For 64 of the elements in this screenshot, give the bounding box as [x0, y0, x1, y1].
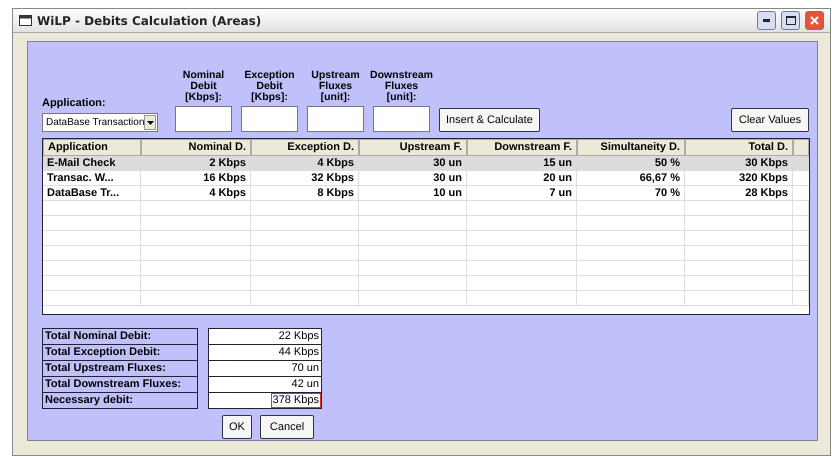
table-cell: 30 un	[359, 171, 467, 185]
table-cell: 7 un	[467, 186, 577, 200]
table-cell: E-Mail Check	[43, 156, 141, 170]
table-cell: 320 Kbps	[685, 171, 793, 185]
minimize-button[interactable]	[757, 11, 776, 30]
clear-values-button[interactable]: Clear Values	[731, 108, 809, 132]
table-cell: 50 %	[577, 156, 685, 170]
minimize-icon	[763, 19, 770, 22]
total-value: 22 Kbps	[278, 329, 320, 344]
total-label: Necessary debit:	[42, 392, 198, 409]
column-header[interactable]: Total D.	[685, 139, 793, 156]
table-cell: 28 Kbps	[685, 186, 793, 200]
window-title: WiLP - Debits Calculation (Areas)	[37, 14, 262, 28]
table-cell: 8 Kbps	[251, 186, 359, 200]
table-cell: 15 un	[467, 156, 577, 170]
column-header[interactable]: Application	[43, 139, 141, 156]
total-label: Total Exception Debit:	[42, 344, 198, 361]
cancel-button[interactable]: Cancel	[260, 415, 314, 439]
column-header[interactable]: Downstream F.	[467, 139, 577, 156]
insert-calculate-button[interactable]: Insert & Calculate	[439, 108, 540, 132]
maximize-button[interactable]	[781, 11, 800, 30]
field-label: Nominal Debit [Kbps]:	[182, 70, 226, 103]
maximize-icon	[786, 16, 796, 25]
total-value: 42 un	[290, 377, 320, 392]
input-field[interactable]	[175, 106, 232, 132]
application-label: Application:	[42, 97, 107, 109]
table-cell: 66,67 %	[577, 171, 685, 185]
table-cell: 4 Kbps	[251, 156, 359, 170]
total-value: 70 un	[290, 361, 320, 376]
field-label: Downstream Fluxes [unit]:	[370, 70, 434, 103]
table-cell: 32 Kbps	[251, 171, 359, 185]
ok-button[interactable]: OK	[222, 415, 252, 439]
caret-icon	[146, 120, 154, 124]
close-button[interactable]	[805, 11, 824, 30]
column-header[interactable]: Upstream F.	[359, 139, 467, 156]
column-header[interactable]: Nominal D.	[141, 139, 251, 156]
total-label: Total Nominal Debit:	[42, 328, 198, 345]
field-label: Exception Debit [Kbps]:	[243, 70, 296, 103]
field-label: Upstream Fluxes [unit]:	[310, 70, 361, 103]
input-field[interactable]	[241, 106, 298, 132]
total-label: Total Downstream Fluxes:	[42, 376, 198, 393]
table-cell: 4 Kbps	[141, 186, 251, 200]
table-cell: DataBase Tr...	[43, 186, 141, 200]
table-cell: 20 un	[467, 171, 577, 185]
table-row[interactable]: Transac. W... 16 Kbps 32 Kbps 30 un 20 un 66,67 % 320 Kbps	[43, 171, 809, 186]
table-row[interactable]: DataBase Tr... 4 Kbps 8 Kbps 10 un 7 un 70 % 28 Kbps	[43, 186, 809, 201]
table-cell: 10 un	[359, 186, 467, 200]
column-header[interactable]: Simultaneity D.	[577, 139, 685, 156]
table-cell: 30 Kbps	[685, 156, 793, 170]
column-header[interactable]: Exception D.	[251, 139, 359, 156]
input-field[interactable]	[307, 106, 364, 132]
table-cell: 30 un	[359, 156, 467, 170]
total-value: 44 Kbps	[278, 345, 320, 360]
total-label: Total Upstream Fluxes:	[42, 360, 198, 377]
table-cell: 70 %	[577, 186, 685, 200]
table-cell: 2 Kbps	[141, 156, 251, 170]
table-cell: 16 Kbps	[141, 171, 251, 185]
total-value: 378 Kbps	[270, 393, 321, 408]
window-icon	[19, 15, 32, 26]
input-field[interactable]	[373, 106, 430, 132]
table-cell: Transac. W...	[43, 171, 141, 185]
table-row[interactable]: E-Mail Check 2 Kbps 4 Kbps 30 un 15 un 50 % 30 Kbps	[43, 156, 809, 171]
close-icon	[810, 16, 819, 25]
application-dropdown[interactable]: DataBase Transaction	[42, 113, 158, 132]
